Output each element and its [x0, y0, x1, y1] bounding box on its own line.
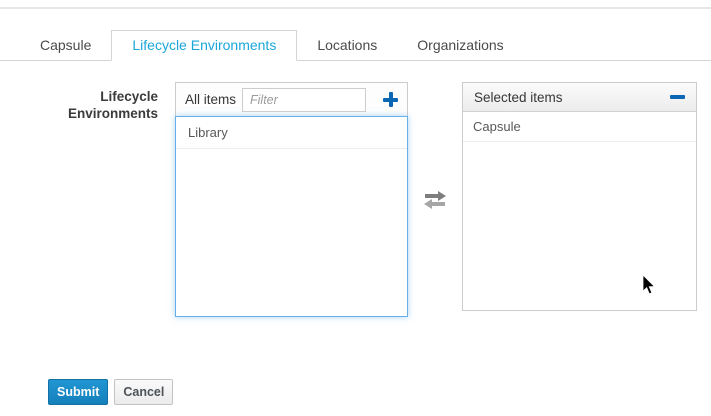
exchange-arrows-icon — [422, 190, 448, 210]
available-items-list[interactable]: Library — [175, 116, 408, 317]
available-items-header: All items — [175, 82, 408, 116]
available-items-title: All items — [185, 92, 236, 107]
list-item-capsule[interactable]: Capsule — [463, 112, 696, 142]
available-items-panel: All items Library — [175, 82, 408, 317]
selected-items-title: Selected items — [474, 90, 563, 105]
top-divider — [0, 7, 711, 9]
filter-input[interactable] — [242, 88, 366, 112]
selected-items-header: Selected items — [463, 83, 696, 112]
submit-button[interactable]: Submit — [48, 379, 108, 405]
lifecycle-environments-label: Lifecycle Environments — [50, 88, 158, 122]
capsule-edit-screen: Capsule Lifecycle Environments Locations… — [0, 0, 711, 416]
plus-icon[interactable] — [383, 92, 398, 107]
minus-icon[interactable] — [670, 95, 685, 99]
form-actions: Submit Cancel — [48, 379, 173, 405]
list-item-library[interactable]: Library — [176, 117, 407, 149]
selected-items-list[interactable]: Capsule — [463, 112, 696, 142]
tab-locations[interactable]: Locations — [297, 30, 397, 60]
tab-bar: Capsule Lifecycle Environments Locations… — [0, 30, 711, 61]
cancel-button[interactable]: Cancel — [114, 379, 173, 405]
selected-items-panel: Selected items Capsule — [462, 82, 697, 311]
tab-lifecycle-environments[interactable]: Lifecycle Environments — [111, 30, 297, 61]
tab-capsule[interactable]: Capsule — [20, 30, 111, 60]
tab-organizations[interactable]: Organizations — [397, 30, 523, 60]
